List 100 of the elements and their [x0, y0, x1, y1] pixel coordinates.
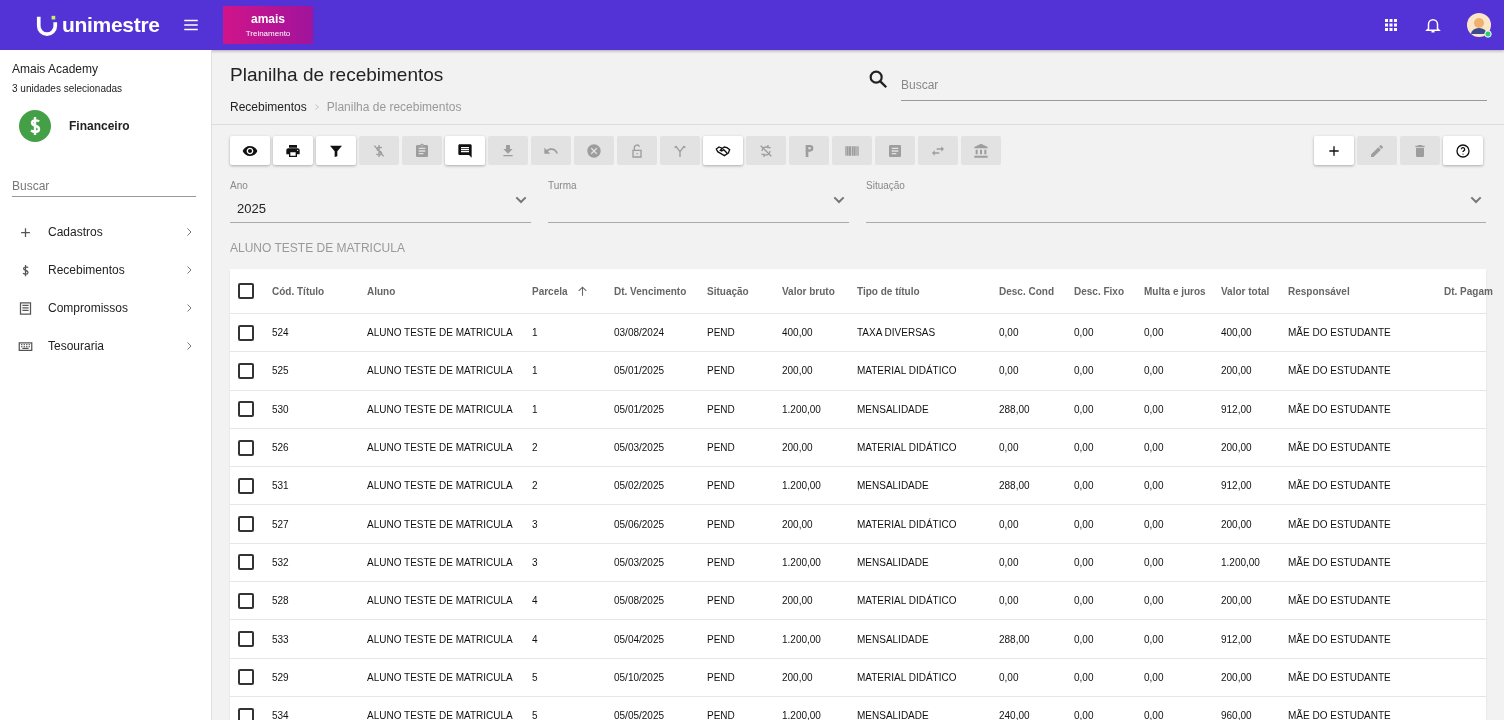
- table-cell: 0,00: [1074, 595, 1094, 607]
- bank-icon: [973, 142, 989, 159]
- table-cell: 05/06/2025: [614, 518, 665, 530]
- table-cell: TAXA DIVERSAS: [857, 327, 936, 339]
- select-field[interactable]: Situação: [866, 177, 1486, 223]
- module-name[interactable]: Financeiro: [69, 119, 130, 133]
- cancel-icon: [586, 142, 602, 159]
- table-cell: 5: [532, 671, 538, 683]
- toolbar-button[interactable]: [316, 136, 356, 165]
- table-cell: 200,00: [782, 442, 813, 454]
- checkbox[interactable]: [238, 669, 254, 686]
- table-cell: MENSALIDADE: [857, 556, 929, 568]
- table-cell: 1: [532, 327, 538, 339]
- table-cell: 05/10/2025: [614, 671, 665, 683]
- clipboard-icon: [414, 142, 430, 159]
- table-cell: 2: [532, 442, 538, 454]
- checkbox[interactable]: [238, 592, 254, 609]
- table-cell: MÃE DO ESTUDANTE: [1288, 403, 1391, 415]
- table-cell: PEND: [707, 327, 735, 339]
- logo-text: unimestre: [62, 13, 160, 37]
- table-cell: 912,00: [1221, 480, 1252, 492]
- table-cell: 400,00: [1221, 327, 1252, 339]
- table-cell: 912,00: [1221, 403, 1252, 415]
- table-cell: 527: [272, 518, 289, 530]
- table-cell: 3: [532, 518, 538, 530]
- column-header[interactable]: Tipo de título: [857, 285, 920, 297]
- chevron-right-icon: [312, 103, 321, 111]
- table-cell: 525: [272, 365, 289, 377]
- table-cell: 05/03/2025: [614, 556, 665, 568]
- table-cell: 0,00: [1144, 710, 1164, 720]
- table-cell: PEND: [707, 556, 735, 568]
- column-header[interactable]: Dt. Vencimento: [614, 285, 687, 297]
- column-header[interactable]: Responsável: [1288, 285, 1350, 297]
- table-cell: MENSALIDADE: [857, 633, 929, 645]
- checkbox[interactable]: [238, 362, 254, 379]
- toolbar-button[interactable]: [273, 136, 313, 165]
- units-selected: 3 unidades selecionadas: [12, 83, 124, 94]
- table-cell: 1.200,00: [782, 556, 821, 568]
- pencil-icon: [1369, 142, 1385, 159]
- column-header[interactable]: Valor bruto: [782, 285, 835, 297]
- column-header[interactable]: Desc. Fixo: [1074, 285, 1125, 297]
- checkbox[interactable]: [238, 631, 254, 647]
- table-cell: 0,00: [999, 442, 1019, 454]
- table-cell: 0,00: [1074, 365, 1094, 377]
- table-cell: 0,00: [1074, 518, 1094, 530]
- checkbox[interactable]: [238, 707, 254, 720]
- table-cell: MÃE DO ESTUDANTE: [1288, 365, 1391, 377]
- search-field[interactable]: Buscar: [901, 68, 1487, 101]
- checkbox[interactable]: [238, 283, 254, 299]
- checkbox[interactable]: [238, 324, 254, 341]
- table-cell: MENSALIDADE: [857, 480, 929, 492]
- table-cell: 0,00: [1074, 442, 1094, 454]
- column-header[interactable]: Parcela: [532, 285, 568, 297]
- dollar-off-icon: [371, 142, 387, 159]
- table-cell: ALUNO TESTE DE MATRICULA: [367, 556, 513, 568]
- menu-item[interactable]: Compromissos: [12, 289, 199, 327]
- checkbox[interactable]: [238, 401, 254, 418]
- table-cell: 288,00: [999, 403, 1030, 415]
- table-cell: 0,00: [1144, 671, 1164, 683]
- checkbox[interactable]: [238, 554, 254, 571]
- menu-item[interactable]: Tesouraria: [12, 327, 199, 365]
- table-cell: MATERIAL DIDÁTICO: [857, 595, 957, 607]
- menu-item[interactable]: Cadastros: [12, 213, 199, 251]
- action-button[interactable]: [1443, 136, 1483, 165]
- sync-off-icon: [758, 142, 774, 159]
- table-cell: 1.200,00: [782, 710, 821, 720]
- table-cell: 0,00: [999, 556, 1019, 568]
- table-cell: ALUNO TESTE DE MATRICULA: [367, 633, 513, 645]
- column-header[interactable]: Cód. Título: [272, 285, 325, 297]
- table-cell: 1: [532, 403, 538, 415]
- search-field[interactable]: Buscar: [12, 176, 196, 197]
- checkbox[interactable]: [238, 516, 254, 533]
- toolbar-button[interactable]: [230, 136, 270, 165]
- toolbar-button[interactable]: [703, 136, 743, 165]
- column-header[interactable]: Situação: [707, 285, 749, 297]
- column-header[interactable]: Dt. Pagam: [1444, 285, 1493, 297]
- table-cell: ALUNO TESTE DE MATRICULA: [367, 403, 513, 415]
- table-cell: 528: [272, 595, 289, 607]
- bell-icon[interactable]: [1424, 16, 1442, 34]
- breadcrumb-link[interactable]: Recebimentos: [230, 100, 307, 114]
- select-field[interactable]: Ano 2025: [230, 177, 531, 223]
- apps-grid-icon[interactable]: [1382, 16, 1400, 34]
- sort-up-icon[interactable]: [575, 284, 589, 298]
- table-cell: 960,00: [1221, 710, 1252, 720]
- column-header[interactable]: Multa e juros: [1144, 285, 1206, 297]
- table-cell: PEND: [707, 595, 735, 607]
- avatar[interactable]: [1466, 12, 1492, 38]
- table-cell: 0,00: [1144, 403, 1164, 415]
- menu-item[interactable]: Recebimentos: [12, 251, 199, 289]
- table-cell: 0,00: [1144, 633, 1164, 645]
- toolbar-button[interactable]: [445, 136, 485, 165]
- action-button[interactable]: [1314, 136, 1354, 165]
- column-header[interactable]: Desc. Cond: [999, 285, 1054, 297]
- table-cell: 0,00: [1074, 633, 1094, 645]
- checkbox[interactable]: [238, 439, 254, 456]
- column-header[interactable]: Aluno: [367, 285, 396, 297]
- checkbox[interactable]: [238, 477, 254, 494]
- select-field[interactable]: Turma: [548, 177, 849, 223]
- column-header[interactable]: Valor total: [1221, 285, 1270, 297]
- table-cell: PEND: [707, 633, 735, 645]
